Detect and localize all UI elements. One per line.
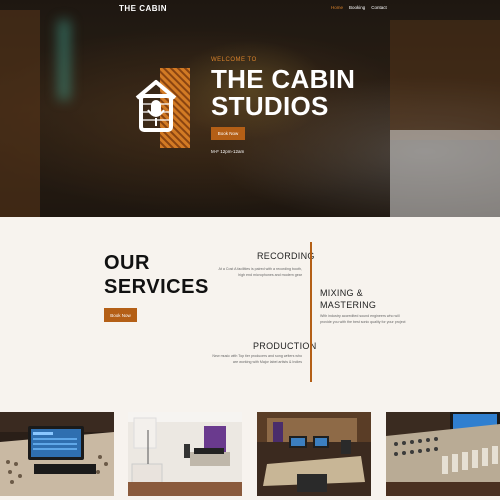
- service-title-mixing: MIXING & MASTERING: [320, 287, 376, 311]
- services-heading-line2: SERVICES: [104, 276, 209, 298]
- services-divider: [310, 242, 312, 382]
- hero-welcome: WELCOME TO: [211, 57, 257, 63]
- hero-background-monitor: [390, 130, 500, 217]
- hero-hours: M-F 12pm-12am: [211, 149, 245, 154]
- hero-book-now-button[interactable]: Book Now: [211, 127, 245, 140]
- gallery-photo-control-room: [257, 412, 371, 496]
- service-title-mixing-line1: MIXING &: [320, 288, 363, 298]
- service-desc-production: New music with Top tier producers and so…: [212, 354, 302, 364]
- service-title-recording: RECORDING: [257, 251, 315, 261]
- nav-link-home[interactable]: Home: [331, 5, 343, 10]
- hero-section: THE CABIN Home Booking Contact WELCOME T…: [0, 0, 500, 217]
- hero-title-line1: THE CABIN: [211, 64, 356, 94]
- hero-background-wall: [0, 10, 40, 217]
- services-section: OUR SERVICES Book Now RECORDING At a Cos…: [0, 217, 500, 410]
- service-title-mixing-line2: MASTERING: [320, 300, 377, 310]
- top-nav: THE CABIN Home Booking Contact: [0, 0, 500, 18]
- gallery-photo-console: [0, 412, 114, 496]
- services-book-now-button[interactable]: Book Now: [104, 308, 137, 322]
- hero-title: THE CABIN STUDIOS: [211, 66, 355, 120]
- gallery-photo-mixing-desk: [386, 412, 500, 496]
- gallery-photo-studio-room: [128, 412, 242, 496]
- house-microphone-logo-icon: [135, 68, 190, 148]
- services-heading-line1: OUR: [104, 252, 150, 274]
- hero-title-line2: STUDIOS: [211, 91, 329, 121]
- nav-links: Home Booking Contact: [331, 5, 387, 10]
- service-title-production: PRODUCTION: [253, 341, 317, 351]
- nav-link-contact[interactable]: Contact: [371, 5, 387, 10]
- services-heading: OUR SERVICES: [104, 251, 209, 299]
- studio-gallery: [0, 412, 500, 500]
- service-desc-recording: At a Cost A facilities is paired with a …: [218, 267, 303, 277]
- hero-background-panel: [390, 20, 500, 140]
- brand-logo-text[interactable]: THE CABIN: [119, 4, 167, 13]
- nav-link-booking[interactable]: Booking: [349, 5, 365, 10]
- service-desc-mixing: With industry accredited sound engineers…: [320, 314, 406, 324]
- hero-background-light: [58, 20, 70, 100]
